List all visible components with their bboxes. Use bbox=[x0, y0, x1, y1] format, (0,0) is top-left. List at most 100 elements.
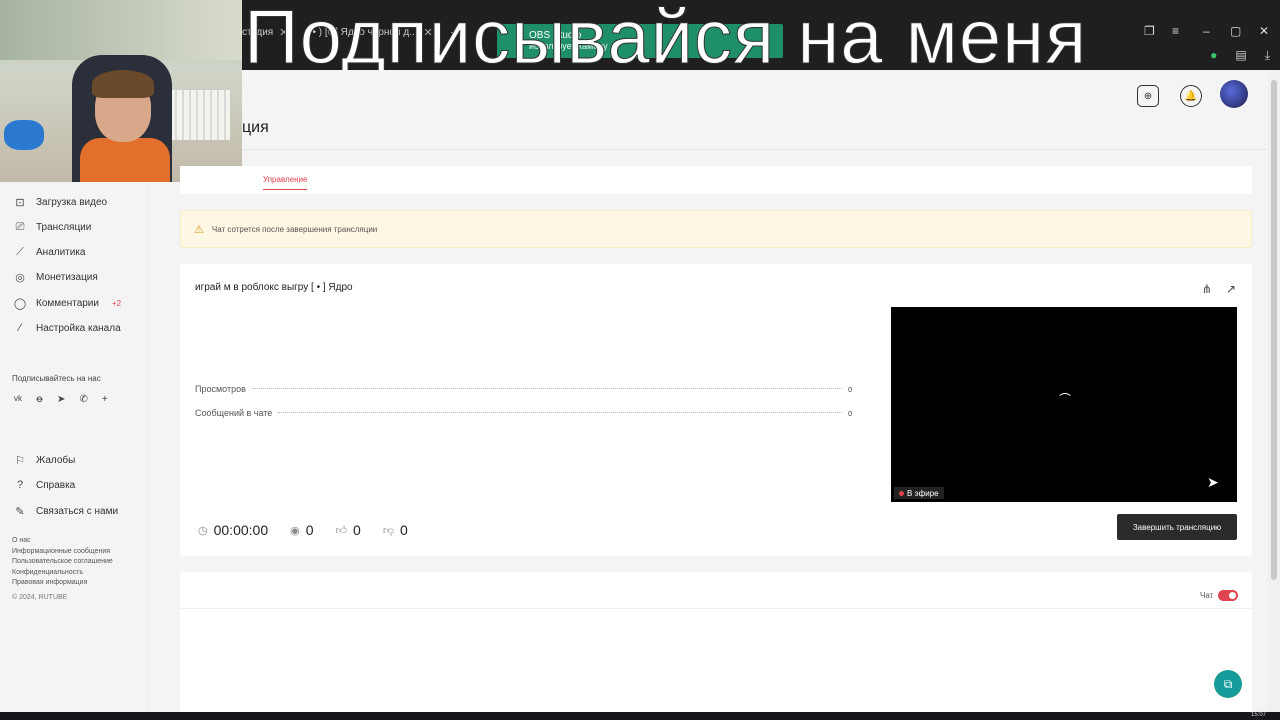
sidebar-item-label: Жалобы bbox=[36, 454, 76, 466]
live-badge: В эфире bbox=[894, 487, 944, 499]
thumbs-up-icon: 👍︎ bbox=[335, 524, 348, 537]
chat-toggle-label: Чат bbox=[1200, 591, 1214, 600]
sidebar-item-contact[interactable]: ✎ Связаться с нами bbox=[14, 505, 119, 518]
sidebar-item-label: Связаться с нами bbox=[36, 505, 119, 517]
pencil-icon: ✎ bbox=[15, 505, 25, 518]
footer-link[interactable]: Информационные сообщения bbox=[12, 547, 113, 558]
stream-metrics: ◷ 00:00:00 ◉ 0 👍︎ 0 👎︎ 0 bbox=[198, 522, 408, 538]
stream-overlay-text: Подписывайся на меня bbox=[243, 0, 1088, 81]
ok-icon[interactable]: ꝋ bbox=[36, 394, 43, 405]
warning-text: Чат сотрется после завершения трансляции bbox=[211, 224, 378, 234]
warning-icon: ⚠ bbox=[194, 223, 204, 236]
live-dot-icon bbox=[899, 490, 904, 496]
chat-panel: Чат bbox=[180, 572, 1252, 720]
avatar[interactable] bbox=[1220, 80, 1248, 108]
stat-views: Просмотров 0 bbox=[195, 384, 852, 394]
more-icon[interactable]: + bbox=[102, 394, 108, 405]
metric-duration: ◷ 00:00:00 bbox=[198, 522, 268, 538]
stat-value: 0 bbox=[848, 411, 852, 418]
sidebar: ⊡ Загрузка видео ⎚ Трансляции ⟋ Аналитик… bbox=[0, 182, 148, 720]
sidebar-item-monetization[interactable]: ◎ Монетизация bbox=[14, 271, 98, 284]
sidebar-item-label: Трансляции bbox=[36, 221, 92, 233]
metric-viewers: ◉ 0 bbox=[290, 522, 313, 538]
upload-icon: ⊡ bbox=[15, 196, 25, 209]
support-chat-button[interactable]: ⧉ bbox=[1214, 670, 1242, 698]
sidebar-item-label: Загрузка видео bbox=[36, 196, 108, 208]
sidebar-item-label: Монетизация bbox=[36, 271, 98, 283]
viewers-value: 0 bbox=[305, 522, 314, 538]
sidebar-item-upload[interactable]: ⊡ Загрузка видео bbox=[14, 196, 108, 209]
footer-link[interactable]: Конфиденциальность bbox=[12, 568, 113, 579]
external-link-icon[interactable]: ↗ bbox=[1226, 282, 1236, 296]
scrollbar[interactable] bbox=[1268, 70, 1280, 712]
chart-icon: ⟋ bbox=[16, 245, 24, 258]
stat-value: 0 bbox=[848, 387, 852, 394]
footer-link[interactable]: Правовая информация bbox=[12, 578, 113, 589]
page-title: ция bbox=[242, 119, 269, 136]
dislikes-value: 0 bbox=[399, 522, 408, 538]
stat-label: Просмотров bbox=[195, 384, 246, 394]
sidebar-icon[interactable]: ▤ bbox=[1235, 48, 1246, 63]
clock-icon: ◷ bbox=[198, 524, 208, 537]
shield-icon[interactable]: ● bbox=[1210, 48, 1217, 63]
scrollbar-thumb[interactable] bbox=[1271, 80, 1277, 580]
webcam-overlay bbox=[0, 0, 242, 182]
stream-title: играй м в роблокс выгру [ • ] Ядро bbox=[195, 282, 353, 293]
stat-chat-messages: Сообщений в чате 0 bbox=[195, 408, 852, 418]
duration-value: 00:00:00 bbox=[213, 522, 269, 538]
video-player[interactable]: В эфире ➤ bbox=[891, 307, 1237, 502]
comment-icon: ◯ bbox=[13, 297, 27, 310]
help-icon: ? bbox=[16, 479, 24, 491]
sidebar-item-help[interactable]: ? Справка bbox=[14, 479, 75, 491]
stat-label: Сообщений в чате bbox=[195, 408, 273, 418]
viber-icon[interactable]: ✆ bbox=[79, 394, 87, 405]
extension-icons: ● ▤ ⤓ bbox=[1210, 48, 1270, 63]
broadcast-icon: ⎚ bbox=[15, 220, 25, 233]
sidebar-item-label: Справка bbox=[36, 479, 76, 491]
chat-toggle[interactable] bbox=[1218, 590, 1238, 601]
chat-bubble-icon: ⧉ bbox=[1223, 676, 1233, 691]
footer-link[interactable]: О нас bbox=[12, 536, 113, 547]
add-video-icon[interactable]: ⊕ bbox=[1137, 85, 1159, 107]
flag-icon: ⚐ bbox=[15, 454, 25, 467]
vk-icon[interactable]: vk bbox=[14, 394, 22, 405]
subscribe-title: Подписывайтесь на нас bbox=[12, 374, 101, 383]
share-icon[interactable]: ⋔ bbox=[1202, 282, 1212, 296]
thumbs-down-icon: 👎︎ bbox=[382, 524, 394, 537]
sidebar-item-channel-settings[interactable]: ⁄ Настройка канала bbox=[14, 322, 121, 334]
menu-icon[interactable]: ≡ bbox=[1172, 24, 1179, 38]
sidebar-item-label: Аналитика bbox=[36, 246, 86, 258]
footer-link[interactable]: Пользовательское соглашение bbox=[12, 557, 113, 568]
copy-icon[interactable]: ❐ bbox=[1144, 24, 1155, 38]
footer-links: О нас Информационные сообщения Пользоват… bbox=[12, 536, 113, 589]
bell-icon[interactable]: 🔔 bbox=[1180, 85, 1202, 107]
tab-manage[interactable]: Управление bbox=[263, 175, 308, 190]
loading-spinner-icon bbox=[1057, 393, 1073, 409]
sidebar-item-analytics[interactable]: ⟋ Аналитика bbox=[14, 245, 86, 258]
telegram-icon[interactable]: ➤ bbox=[57, 394, 65, 405]
comments-badge: +2 bbox=[111, 298, 122, 308]
taskbar-clock: 15:07 bbox=[1250, 712, 1266, 718]
copyright: © 2024, RUTUBE bbox=[12, 594, 68, 601]
minimize-icon[interactable]: – bbox=[1203, 24, 1210, 38]
download-icon[interactable]: ⤓ bbox=[1265, 48, 1270, 63]
mouse-cursor-icon: ➤ bbox=[1207, 474, 1219, 490]
end-stream-button[interactable]: Завершить трансляцию bbox=[1117, 514, 1237, 540]
card-actions: ⋔ ↗ bbox=[1202, 282, 1236, 296]
sidebar-item-complaints[interactable]: ⚐ Жалобы bbox=[14, 454, 76, 467]
os-taskbar: 15:07 bbox=[0, 712, 1280, 720]
sidebar-item-comments[interactable]: ◯ Комментарии +2 bbox=[13, 297, 122, 310]
likes-value: 0 bbox=[353, 522, 361, 538]
wand-icon: ⁄ bbox=[19, 322, 21, 334]
window-close-icon[interactable]: ✕ bbox=[1259, 24, 1269, 38]
stream-card: играй м в роблокс выгру [ • ] Ядро ⋔ ↗ П… bbox=[180, 264, 1252, 556]
viewers-icon: ◉ bbox=[290, 524, 300, 537]
warning-banner: ⚠ Чат сотрется после завершения трансляц… bbox=[180, 210, 1252, 248]
maximize-icon[interactable]: ▢ bbox=[1230, 24, 1241, 38]
sidebar-item-label: Комментарии bbox=[36, 297, 99, 309]
sidebar-item-label: Настройка канала bbox=[36, 322, 121, 334]
metric-dislikes: 👎︎ 0 bbox=[383, 522, 408, 538]
tabs-panel: Управление bbox=[180, 166, 1252, 194]
sidebar-item-broadcasts[interactable]: ⎚ Трансляции bbox=[14, 220, 92, 233]
divider bbox=[180, 608, 1252, 609]
